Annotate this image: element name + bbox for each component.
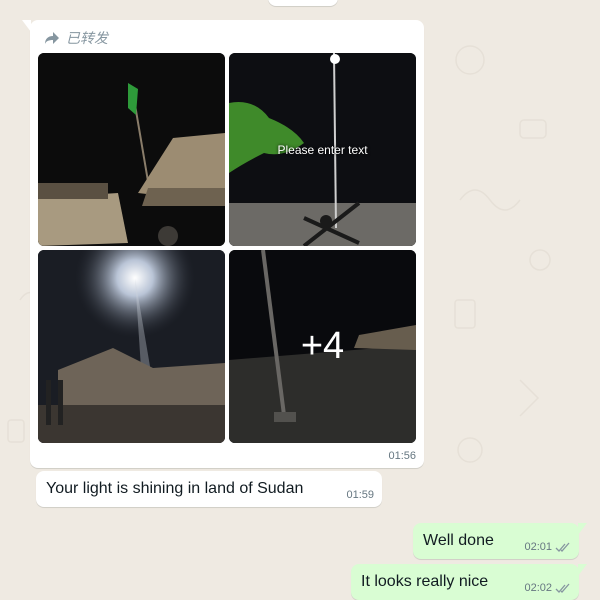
bubble-tail: [22, 20, 31, 32]
message-text: Your light is shining in land of Sudan: [46, 480, 304, 497]
outgoing-text-message[interactable]: Well done 02:01: [413, 523, 587, 559]
read-receipt-double-check-icon: [555, 583, 570, 593]
message-meta: 02:02: [524, 582, 571, 594]
message-timestamp: 02:01: [524, 541, 552, 553]
photo-overlay-text: Please enter text: [277, 143, 368, 157]
photo-village-flag-hut[interactable]: [38, 53, 225, 246]
message-text: Well done: [423, 532, 494, 549]
bubble-tail: [578, 523, 587, 535]
message-meta: 02:01: [524, 541, 571, 553]
forwarded-indicator: 已转发: [44, 28, 108, 48]
message-timestamp: 02:02: [524, 582, 552, 594]
forwarded-media-message[interactable]: 已转发 Please enter text +4 01:56: [22, 20, 424, 468]
forwarded-label: 已转发: [66, 30, 108, 46]
message-timestamp: 01:56: [388, 450, 416, 462]
more-photos-count[interactable]: +4: [229, 250, 416, 443]
bubble-tail: [578, 564, 587, 576]
previous-message-bubble-edge: [268, 0, 338, 6]
read-receipt-double-check-icon: [555, 542, 570, 552]
message-text: It looks really nice: [361, 573, 489, 590]
message-timestamp: 01:59: [346, 489, 374, 501]
forward-arrow-icon: [45, 32, 59, 44]
photo-light-pole-ground[interactable]: +4: [229, 250, 416, 443]
outgoing-text-message[interactable]: It looks really nice 02:02: [351, 564, 587, 600]
photo-bright-street-light[interactable]: [38, 250, 225, 443]
photo-tree-and-light-pole[interactable]: Please enter text: [229, 53, 416, 246]
incoming-text-message[interactable]: Your light is shining in land of Sudan 0…: [36, 471, 382, 507]
